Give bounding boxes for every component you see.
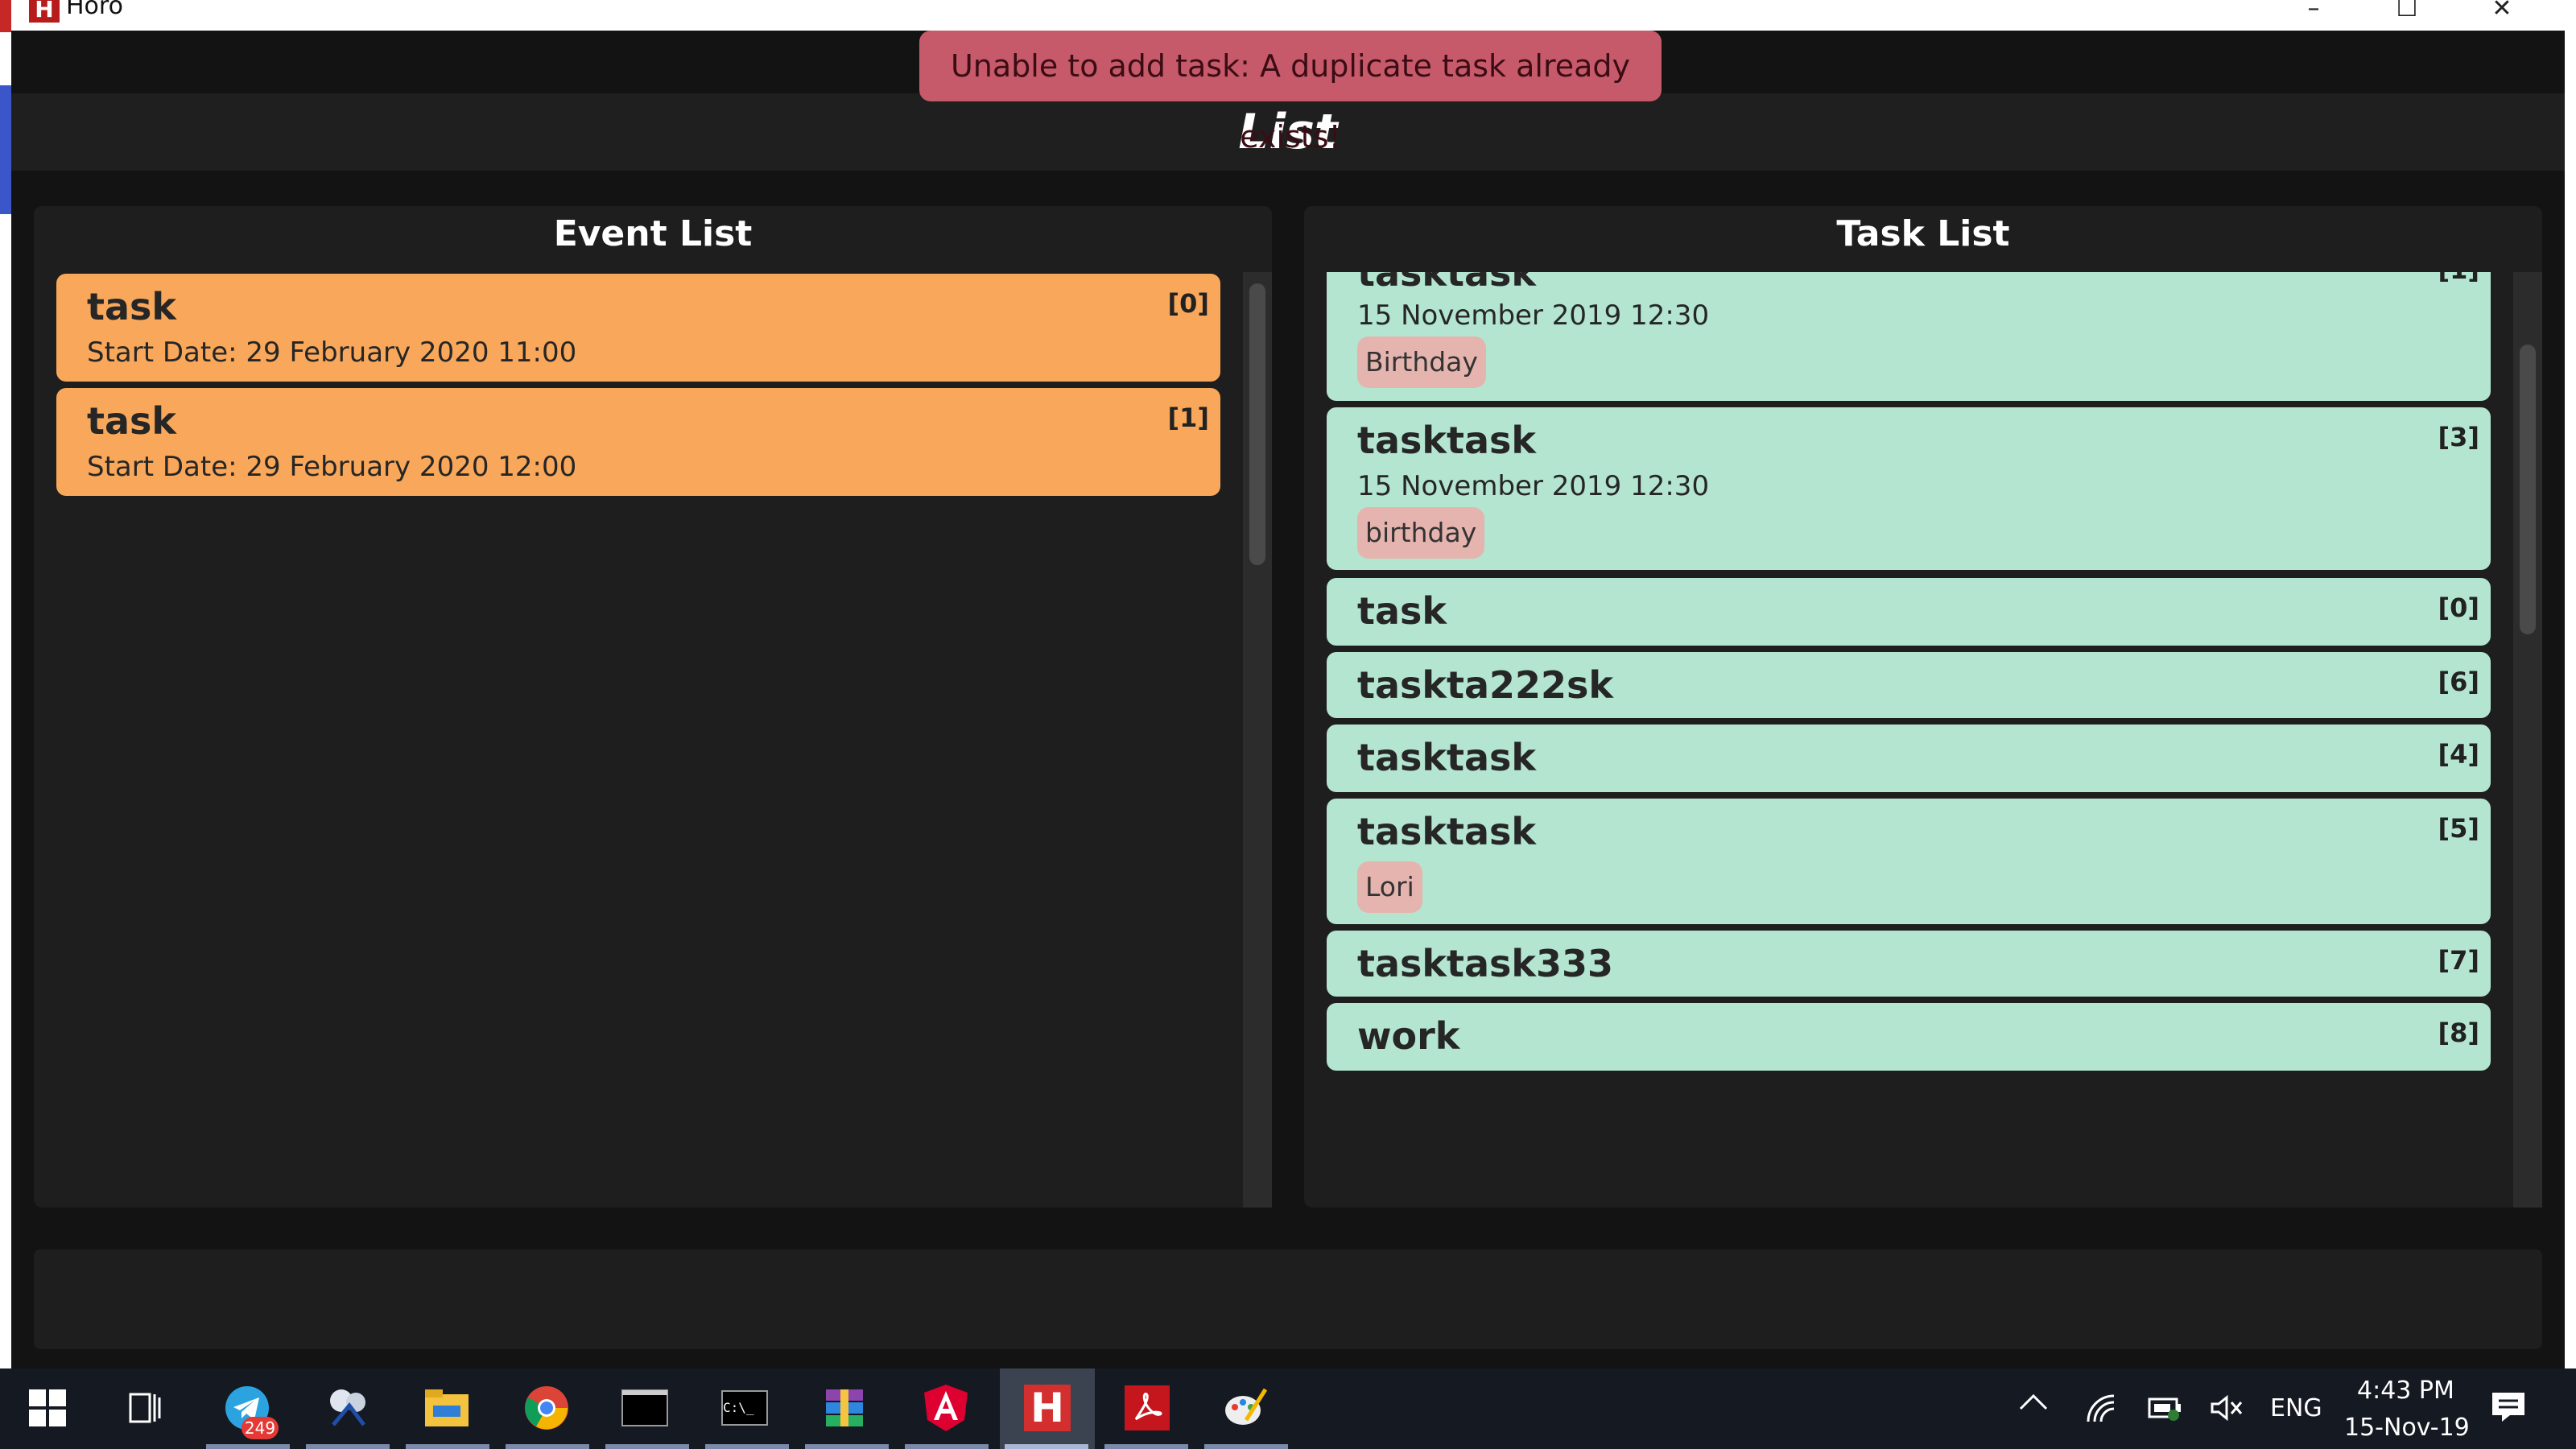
task-name: tasktask — [1357, 810, 1537, 853]
task-name: tasktask — [1357, 419, 1537, 462]
angular-active-indicator — [905, 1444, 989, 1449]
task-index: [1] — [2438, 272, 2479, 285]
acrobat-active-indicator — [1104, 1444, 1188, 1449]
winrar-active-indicator — [805, 1444, 889, 1449]
event-index: [0] — [1167, 288, 1209, 319]
terminal-icon[interactable] — [621, 1385, 668, 1431]
task-card[interactable]: taskta222sk [6] — [1327, 652, 2491, 718]
minimize-button[interactable]: – — [2289, 0, 2338, 26]
horo-app-letter: H — [1024, 1385, 1071, 1431]
event-scroll-thumb[interactable] — [1249, 283, 1265, 565]
event-start-date: Start Date: 29 February 2020 11:00 — [87, 336, 577, 369]
command-input[interactable] — [34, 1249, 2542, 1349]
task-view-icon[interactable] — [121, 1385, 167, 1431]
snipping-tool-icon[interactable] — [325, 1385, 372, 1431]
cmd-active-indicator — [705, 1444, 789, 1449]
cmd-glyph: C:\_ — [721, 1390, 768, 1426]
snipping-active-indicator — [306, 1444, 390, 1449]
task-card[interactable]: tasktask [5] Lori — [1327, 799, 2491, 924]
volume-muted-icon[interactable] — [2209, 1394, 2244, 1425]
desktop-red-edge — [0, 0, 11, 32]
desktop-right-edge — [2565, 0, 2576, 1368]
command-prompt-icon[interactable]: C:\_ — [721, 1385, 768, 1431]
explorer-active-indicator — [406, 1444, 489, 1449]
app-logo-icon: H — [29, 0, 60, 23]
event-list-panel: Event List task [0] Start Date: 29 Febru… — [34, 206, 1272, 1208]
task-list-panel: Task List tasktask [1] 15 November 2019 … — [1304, 206, 2542, 1208]
task-scroll-thumb[interactable] — [2520, 345, 2536, 634]
task-tag: birthday — [1357, 507, 1485, 559]
telegram-badge: 249 — [242, 1417, 279, 1439]
event-list-title: Event List — [553, 213, 753, 254]
task-name: task — [1357, 589, 1447, 633]
close-button[interactable]: ✕ — [2478, 0, 2526, 26]
task-index: [8] — [2438, 1018, 2479, 1048]
desktop-blue-edge — [0, 85, 11, 214]
clock-date[interactable]: 15-Nov-19 — [2344, 1414, 2470, 1442]
task-index: [4] — [2438, 739, 2479, 770]
task-card[interactable]: tasktask [3] 15 November 2019 12:30 birt… — [1327, 407, 2491, 570]
task-date: 15 November 2019 12:30 — [1357, 470, 1710, 502]
windows-start-icon[interactable] — [24, 1385, 71, 1431]
chrome-icon[interactable] — [523, 1385, 570, 1431]
battery-icon[interactable] — [2148, 1394, 2183, 1425]
app-body: List Unable to add task: A duplicate tas… — [11, 31, 2565, 1368]
event-list[interactable]: task [0] Start Date: 29 February 2020 11… — [34, 272, 1272, 1208]
window-title: Horo — [66, 0, 123, 20]
task-index: [6] — [2438, 667, 2479, 697]
event-start-date: Start Date: 29 February 2020 12:00 — [87, 451, 577, 483]
notifications-icon[interactable] — [2491, 1391, 2526, 1426]
task-list-scrollbar[interactable] — [2513, 272, 2542, 1208]
task-list[interactable]: tasktask [1] 15 November 2019 12:30 Birt… — [1304, 272, 2542, 1208]
event-card[interactable]: task [0] Start Date: 29 February 2020 11… — [56, 274, 1220, 382]
maximize-button[interactable]: ☐ — [2383, 0, 2431, 26]
task-card[interactable]: task [0] — [1327, 578, 2491, 646]
winrar-icon[interactable] — [821, 1385, 868, 1431]
paint-active-indicator — [1204, 1444, 1288, 1449]
task-index: [5] — [2438, 813, 2479, 844]
app-window: H Horo – ☐ ✕ List Unable to add task: A … — [11, 0, 2565, 1368]
horo-active-indicator — [1005, 1444, 1088, 1449]
task-name: work — [1357, 1014, 1460, 1058]
event-index: [1] — [1167, 402, 1209, 433]
clock-time[interactable]: 4:43 PM — [2357, 1377, 2454, 1405]
language-indicator[interactable]: ENG — [2270, 1394, 2322, 1422]
chrome-active-indicator — [506, 1444, 589, 1449]
task-name: taskta222sk — [1357, 663, 1614, 707]
event-name: task — [87, 399, 177, 443]
acrobat-icon[interactable] — [1124, 1385, 1170, 1431]
desktop-edge — [0, 0, 11, 1368]
event-list-scrollbar[interactable] — [1243, 272, 1272, 1208]
terminal-active-indicator — [605, 1444, 689, 1449]
task-card[interactable]: tasktask [4] — [1327, 724, 2491, 792]
task-date: 15 November 2019 12:30 — [1357, 299, 1710, 332]
task-index: [3] — [2438, 422, 2479, 452]
telegram-active-indicator — [206, 1444, 290, 1449]
windows-taskbar: 249 C:\_ H ENG 4:43 PM 15-Nov-19 — [0, 1368, 2576, 1449]
show-hidden-icons-chevron-icon[interactable] — [2017, 1391, 2050, 1417]
paint-icon[interactable] — [1222, 1385, 1269, 1431]
task-name: tasktask — [1357, 272, 1537, 295]
task-index: [0] — [2438, 592, 2479, 623]
file-explorer-icon[interactable] — [423, 1385, 470, 1431]
event-card[interactable]: task [1] Start Date: 29 February 2020 12… — [56, 388, 1220, 496]
event-name: task — [87, 285, 177, 328]
task-name: tasktask — [1357, 736, 1537, 779]
task-card[interactable]: tasktask [1] 15 November 2019 12:30 Birt… — [1327, 272, 2491, 401]
task-tag: Lori — [1357, 861, 1422, 913]
angular-icon[interactable] — [923, 1385, 969, 1431]
horo-app-icon[interactable]: H — [1024, 1385, 1071, 1431]
error-toast: Unable to add task: A duplicate task alr… — [919, 31, 1662, 155]
task-card[interactable]: work [8] — [1327, 1003, 2491, 1071]
task-tag: Birthday — [1357, 336, 1486, 388]
task-name: tasktask333 — [1357, 942, 1614, 985]
task-card[interactable]: tasktask333 [7] — [1327, 931, 2491, 997]
task-list-title: Task List — [1836, 213, 2010, 254]
task-index: [7] — [2438, 945, 2479, 976]
wifi-icon[interactable] — [2085, 1393, 2117, 1428]
title-bar[interactable]: H Horo – ☐ ✕ — [11, 0, 2565, 31]
